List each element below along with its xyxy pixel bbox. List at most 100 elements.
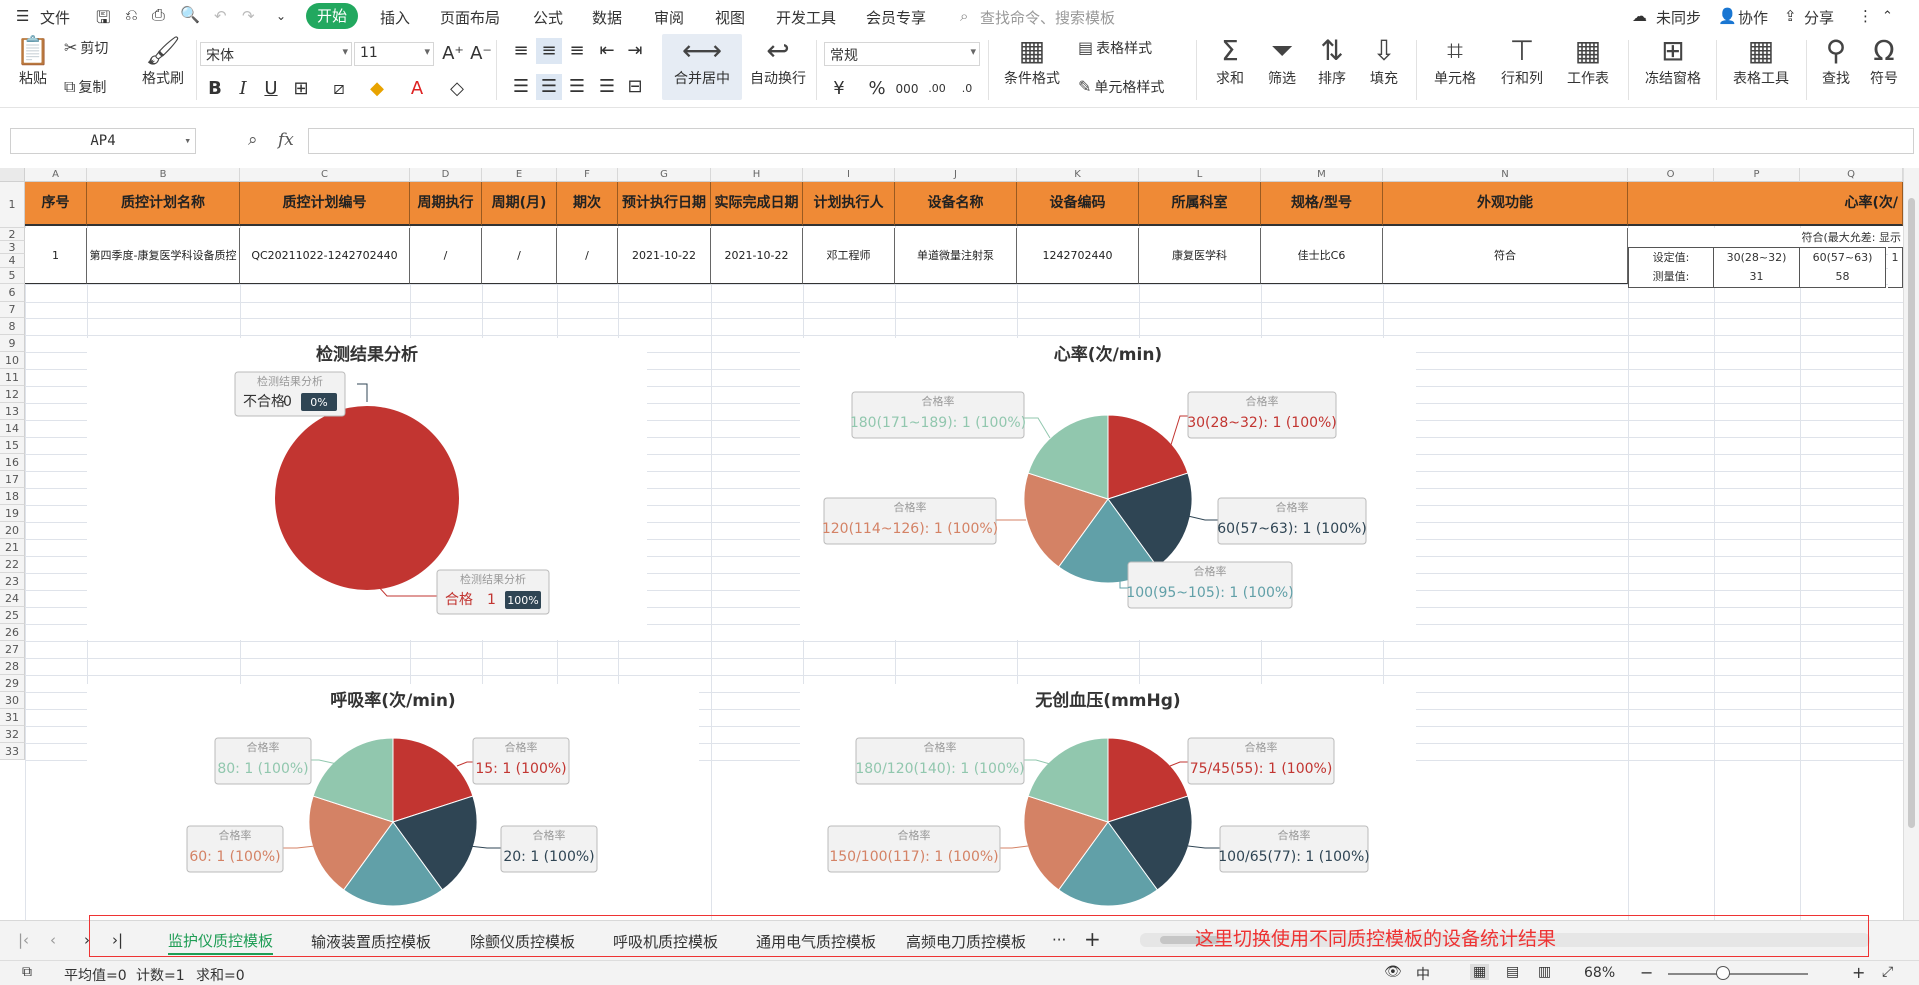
data-cell[interactable]: 康复医学科 xyxy=(1139,228,1261,284)
header-cell[interactable]: 规格/型号 xyxy=(1261,182,1383,226)
next-sheet-icon[interactable]: › xyxy=(84,931,90,949)
increase-font-icon[interactable]: A⁺ xyxy=(440,41,466,67)
row-header[interactable]: 6 xyxy=(0,284,25,302)
header-cell[interactable]: 预计执行日期 xyxy=(618,182,711,226)
row-header[interactable]: 23 xyxy=(0,573,25,590)
share-button[interactable]: 分享 xyxy=(1804,7,1834,28)
column-header[interactable]: I xyxy=(803,168,895,182)
align-top-icon[interactable]: ≡ xyxy=(508,38,534,64)
align-middle-icon[interactable]: ≡ xyxy=(536,38,562,64)
column-header[interactable]: M xyxy=(1261,168,1383,182)
data-cell[interactable]: 第四季度-康复医学科设备质控 xyxy=(87,228,240,284)
fullscreen-icon[interactable]: ⤢ xyxy=(1882,964,1893,980)
tab-data[interactable]: 数据 xyxy=(592,7,622,28)
decrease-font-icon[interactable]: A⁻ xyxy=(468,41,494,67)
align-left-icon[interactable]: ☰ xyxy=(508,74,534,100)
row-header[interactable]: 8 xyxy=(0,318,25,335)
sheet-tab-ventilator[interactable]: 呼吸机质控模板 xyxy=(613,931,718,952)
chart-heart-rate[interactable]: 心率(次/min) 合格率 30(28~32): 1 (100%) 合格率 60(57… xyxy=(800,338,1416,640)
undo-icon[interactable]: ↶ xyxy=(214,7,227,25)
sheet-tab-defibrillator[interactable]: 除颤仪质控模板 xyxy=(470,931,575,952)
row-header[interactable]: 10 xyxy=(0,352,25,369)
sheet-tab-general-electric[interactable]: 通用电气质控模板 xyxy=(756,931,876,952)
header-cell[interactable]: 质控计划名称 xyxy=(87,182,240,226)
data-cell[interactable]: 2021-10-22 xyxy=(711,228,803,284)
header-cell[interactable]: 计划执行人 xyxy=(803,182,895,226)
print-icon[interactable]: ⎙ xyxy=(152,5,165,25)
data-cell[interactable]: 邓工程师 xyxy=(803,228,895,284)
fx-icon[interactable]: fx xyxy=(278,130,294,150)
header-cell[interactable]: 外观功能 xyxy=(1383,182,1628,226)
header-cell[interactable]: 序号 xyxy=(25,182,87,226)
align-bottom-icon[interactable]: ≡ xyxy=(564,38,590,64)
increase-decimal-icon[interactable]: .00 xyxy=(924,76,950,102)
column-header[interactable]: E xyxy=(482,168,557,182)
redo-icon[interactable]: ↷ xyxy=(242,7,255,25)
column-header[interactable]: L xyxy=(1139,168,1261,182)
worksheet-button[interactable]: ▦ 工作表 xyxy=(1558,36,1618,88)
font-size-select[interactable]: 11 xyxy=(354,42,434,66)
row-header[interactable]: 15 xyxy=(0,437,25,454)
tab-developer[interactable]: 开发工具 xyxy=(776,7,836,28)
row-header[interactable]: 9 xyxy=(0,335,25,352)
tab-insert[interactable]: 插入 xyxy=(380,7,410,28)
column-header[interactable]: O xyxy=(1628,168,1714,182)
row-header[interactable]: 7 xyxy=(0,302,25,318)
number-format-select[interactable]: 常规 xyxy=(824,42,980,66)
tab-member[interactable]: 会员专享 xyxy=(866,7,926,28)
table-style-button[interactable]: ▤ 表格样式 xyxy=(1078,38,1152,58)
sheet-tab-infusion[interactable]: 输液装置质控模板 xyxy=(311,931,431,952)
row-header[interactable]: 33 xyxy=(0,743,25,760)
header-cell[interactable]: 实际完成日期 xyxy=(711,182,803,226)
hr-tolerance-note[interactable]: 符合(最大允差: 显示 xyxy=(1628,228,1903,249)
scrollbar-thumb[interactable] xyxy=(1908,198,1915,828)
align-center-icon[interactable]: ☰ xyxy=(536,74,562,100)
data-cell[interactable]: / xyxy=(557,228,618,284)
row-header[interactable]: 27 xyxy=(0,641,25,658)
row-header[interactable]: 4 xyxy=(0,254,25,268)
data-cell[interactable]: 符合 xyxy=(1383,228,1628,284)
indent-decrease-icon[interactable]: ⇤ xyxy=(594,38,620,64)
redo-alt-icon[interactable]: ⎌ xyxy=(125,5,138,25)
row-header[interactable]: 11 xyxy=(0,369,25,386)
row-header[interactable]: 12 xyxy=(0,386,25,403)
tab-review[interactable]: 审阅 xyxy=(654,7,684,28)
font-color-icon[interactable]: A xyxy=(404,76,430,102)
row-header[interactable]: 21 xyxy=(0,539,25,556)
row-header[interactable]: 13 xyxy=(0,403,25,420)
column-header[interactable]: D xyxy=(410,168,482,182)
chart-respiration-rate[interactable]: 呼吸率(次/min) 合格率 15: 1 (100%) 合格率 20: 1 (100%… xyxy=(87,684,699,920)
first-sheet-icon[interactable]: |‹ xyxy=(18,931,29,949)
collapse-icon[interactable]: ⌃ xyxy=(1882,9,1893,24)
column-header[interactable]: P xyxy=(1714,168,1800,182)
fill-button[interactable]: ⇩ 填充 xyxy=(1362,36,1406,88)
border-icon[interactable]: ⊞ xyxy=(288,76,314,102)
conditional-format-button[interactable]: ▦ 条件格式 xyxy=(996,36,1068,88)
header-cell[interactable]: 周期执行 xyxy=(410,182,482,226)
vertical-scrollbar[interactable] xyxy=(1903,168,1919,920)
row-header[interactable]: 22 xyxy=(0,556,25,573)
last-sheet-icon[interactable]: ›| xyxy=(112,931,123,949)
row-header[interactable]: 25 xyxy=(0,607,25,624)
freeze-panes-button[interactable]: ⊞ 冻结窗格 xyxy=(1636,36,1710,88)
currency-icon[interactable]: ¥ xyxy=(826,76,852,102)
sum-button[interactable]: Σ 求和 xyxy=(1208,36,1252,88)
zoom-level[interactable]: 68% xyxy=(1584,965,1615,981)
input-method-icon[interactable]: 中 xyxy=(1416,964,1430,984)
fill-pattern-icon[interactable]: ⧄ xyxy=(326,76,352,102)
percent-icon[interactable]: % xyxy=(864,76,890,102)
prev-sheet-icon[interactable]: ‹ xyxy=(50,931,56,949)
data-cell[interactable]: 佳士比C6 xyxy=(1261,228,1383,284)
row-header[interactable]: 31 xyxy=(0,709,25,726)
command-search[interactable]: 查找命令、搜索模板 xyxy=(980,7,1115,28)
header-cell[interactable]: 设备名称 xyxy=(895,182,1017,226)
bold-icon[interactable]: B xyxy=(202,76,228,102)
tab-start[interactable]: 开始 xyxy=(306,3,358,29)
row-header[interactable]: 17 xyxy=(0,471,25,488)
chart-result-analysis[interactable]: 检测结果分析 检测结果分析 不合格 0 0% 检测结果分析 合格 1 100% xyxy=(87,338,647,640)
row-header[interactable]: 2 xyxy=(0,228,25,241)
share-icon[interactable]: ⇪ xyxy=(1784,7,1797,25)
more-sheets-icon[interactable]: ··· xyxy=(1052,931,1066,949)
header-cell[interactable]: 所属科室 xyxy=(1139,182,1261,226)
column-header[interactable]: J xyxy=(895,168,1017,182)
